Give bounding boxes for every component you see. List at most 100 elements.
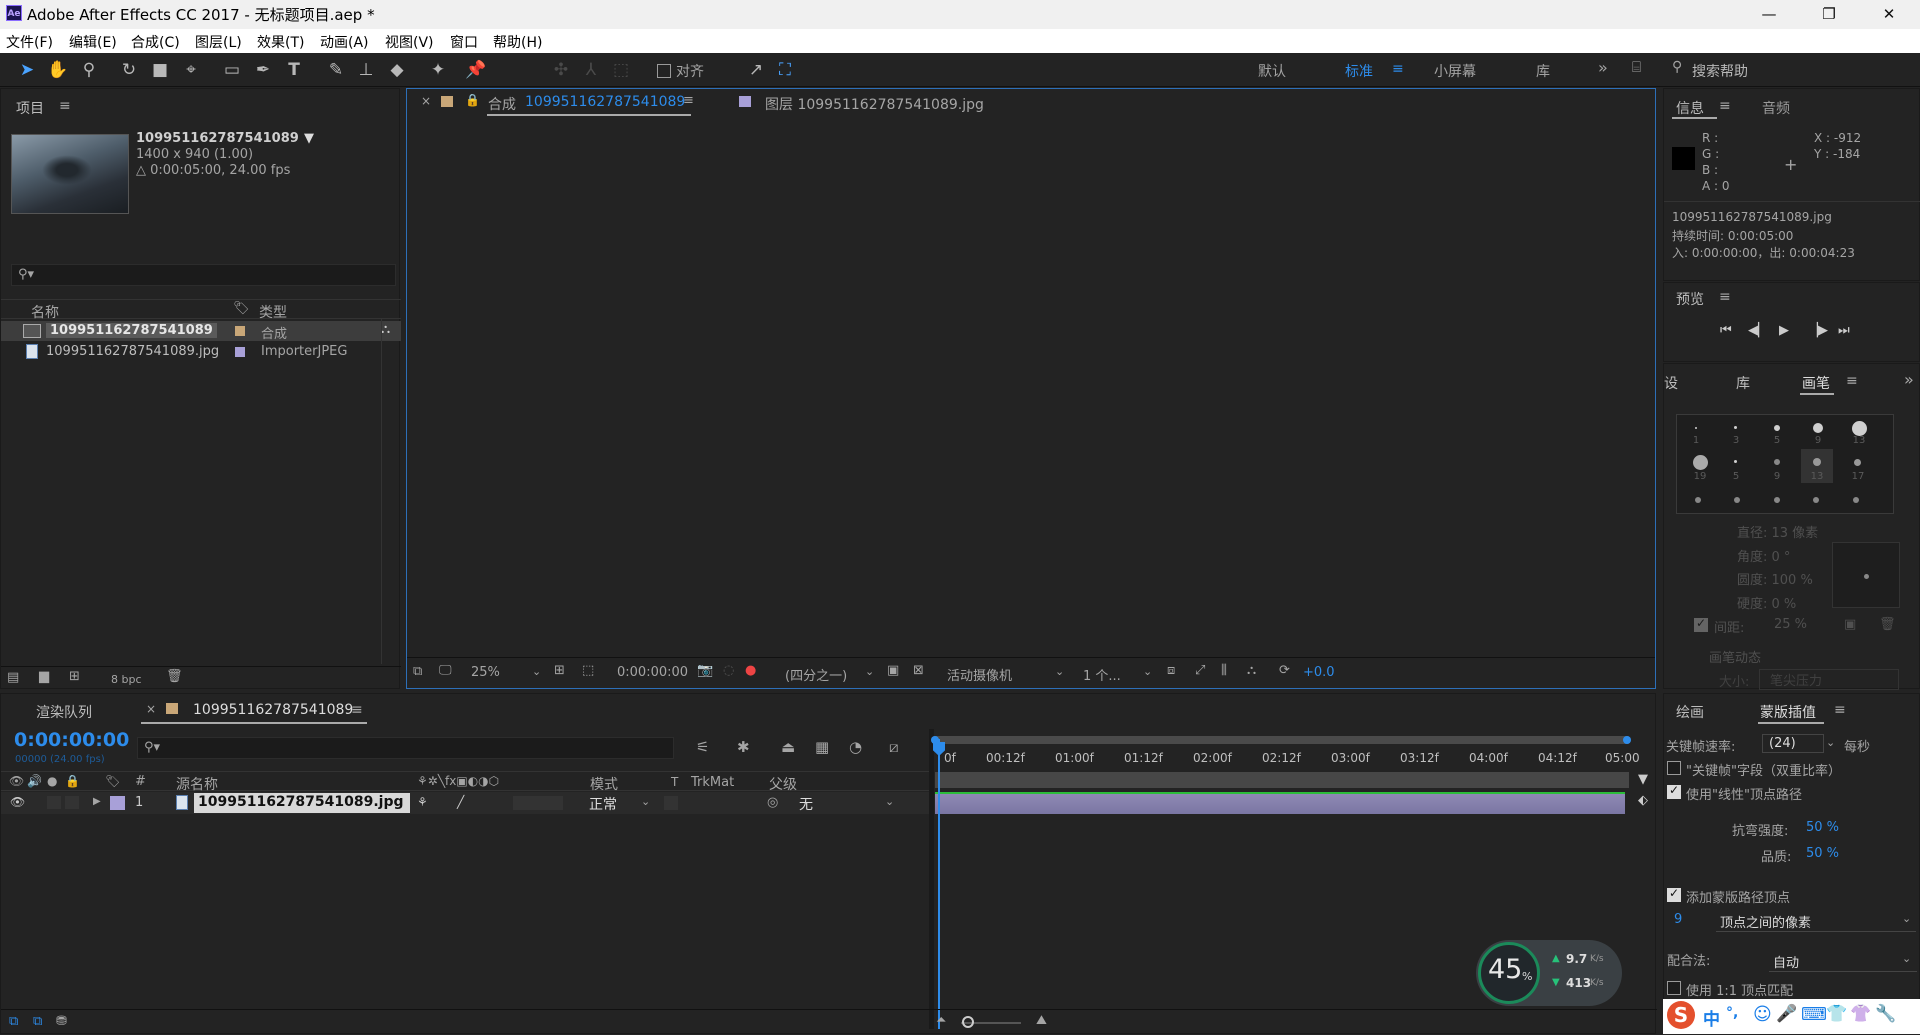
layer-label-swatch[interactable] — [110, 796, 125, 810]
new-composition-icon[interactable]: ⊞ — [69, 669, 80, 684]
pen-tool-icon[interactable]: ✒ — [252, 59, 274, 81]
one-to-one-checkbox[interactable] — [1667, 981, 1681, 995]
parent-select[interactable]: 无 — [799, 794, 813, 814]
resolution-select[interactable]: (四分之一) — [785, 665, 847, 684]
chevron-down-icon[interactable]: ⌄ — [1902, 912, 1911, 925]
composition-mini-flowchart-icon[interactable]: ⚟ — [696, 738, 709, 756]
project-tab[interactable]: 项目 — [16, 98, 44, 118]
zoom-tool-icon[interactable]: ⚲ — [78, 59, 100, 81]
new-brush-icon[interactable]: ▣ — [1844, 617, 1856, 632]
playhead[interactable] — [938, 739, 940, 1029]
toggle-stretch-icon[interactable]: ⛃ — [56, 1014, 67, 1029]
expand-arrow-icon[interactable]: ▶ — [93, 796, 101, 807]
new-folder-icon[interactable]: ▆ — [39, 669, 49, 684]
preview-menu-icon[interactable]: ≡ — [1719, 289, 1731, 305]
timeline-current-time[interactable]: 0:00:00:00 — [14, 729, 129, 751]
field-keys-checkbox[interactable] — [1667, 761, 1681, 775]
col-trkmat[interactable]: TrkMat — [691, 775, 734, 790]
trkmat-toggle[interactable] — [664, 796, 678, 810]
workspace-default[interactable]: 默认 — [1258, 61, 1286, 81]
toggle-switches-icon[interactable]: ⧉ — [9, 1014, 18, 1029]
brush-tool-icon[interactable]: ✎ — [325, 59, 347, 81]
tab-presets[interactable]: 设 — [1664, 373, 1678, 393]
time-ruler[interactable]: 0f 00:12f 01:00f 01:12f 02:00f 02:12f 03… — [931, 746, 1640, 770]
clone-stamp-tool-icon[interactable]: ⊥ — [355, 59, 377, 81]
vertex-mode-select[interactable]: 顶点之间的像素 — [1716, 912, 1916, 932]
menu-view[interactable]: 视图(V) — [385, 32, 434, 52]
zoom-out-icon[interactable]: ⏶ — [936, 1013, 946, 1028]
current-time[interactable]: 0:00:00:00 — [617, 665, 688, 680]
next-frame-icon[interactable]: ▕▶ — [1808, 323, 1828, 338]
ime-keyboard-icon[interactable]: ⌨ — [1801, 1004, 1827, 1025]
puppet-pin-tool-icon[interactable]: 📌 — [465, 59, 487, 81]
menu-help[interactable]: 帮助(H) — [493, 32, 542, 52]
tab-brushes[interactable]: 画笔 — [1802, 373, 1830, 393]
more-panels-icon[interactable]: » — [1904, 370, 1914, 389]
eye-icon[interactable]: 👁 — [10, 795, 25, 809]
col-mode[interactable]: 模式 — [590, 774, 618, 794]
layer-duration-bar[interactable] — [935, 792, 1625, 814]
snap-grid-icon[interactable]: ⛶ — [774, 59, 796, 81]
minimize-button[interactable]: — — [1746, 0, 1792, 29]
monitor-icon[interactable]: 🖵 — [439, 663, 452, 678]
layer-name[interactable]: 109951162787541089.jpg — [194, 793, 410, 813]
work-area-bar[interactable] — [931, 736, 1631, 744]
lock-toggle[interactable] — [65, 796, 79, 809]
timeline-search-input[interactable]: ⚲▾ — [137, 737, 674, 759]
show-snapshot-icon[interactable]: ◌ — [723, 663, 734, 678]
region-of-interest-icon[interactable]: ▣ — [887, 663, 899, 678]
mask-menu-icon[interactable]: ≡ — [1834, 702, 1846, 718]
delete-icon[interactable]: 🗑 — [166, 669, 183, 684]
local-axis-icon[interactable]: ✣ — [550, 59, 572, 81]
reset-exposure-icon[interactable]: ⟳ — [1279, 663, 1290, 678]
restore-button[interactable]: ❐ — [1806, 0, 1852, 29]
close-tab-icon[interactable]: × — [421, 94, 431, 108]
ime-clothes-icon[interactable]: 👚 — [1850, 1004, 1871, 1024]
col-parent[interactable]: 父级 — [769, 774, 797, 794]
ime-punctuation-icon[interactable]: °, — [1726, 1005, 1738, 1021]
motion-blur-icon[interactable]: ◔ — [849, 738, 862, 756]
chevron-down-icon[interactable]: ⌄ — [1143, 665, 1152, 678]
views-select[interactable]: 1 个... — [1083, 665, 1121, 684]
match-method-select[interactable]: 自动 — [1769, 952, 1917, 972]
chevron-down-icon[interactable]: ⌄ — [1902, 952, 1911, 965]
video-switch-icon[interactable]: 👁 — [9, 774, 24, 788]
first-frame-icon[interactable]: ⏮ — [1720, 323, 1732, 338]
bend-resistance-value[interactable]: 50 % — [1806, 820, 1839, 835]
pan-behind-tool-icon[interactable]: ⌖ — [180, 59, 202, 81]
always-preview-icon[interactable]: ⧉ — [413, 664, 422, 679]
workspace-small-screen[interactable]: 小屏幕 — [1434, 61, 1476, 81]
menu-composition[interactable]: 合成(C) — [131, 32, 180, 52]
col-source-name[interactable]: 源名称 — [176, 774, 218, 794]
project-search-input[interactable]: ⚲▾ — [11, 264, 396, 286]
vertex-count[interactable]: 9 — [1674, 912, 1682, 927]
spacing-checkbox[interactable] — [1694, 616, 1708, 632]
linear-path-checkbox[interactable] — [1667, 783, 1681, 799]
bit-depth[interactable]: 8 bpc — [111, 673, 142, 686]
workspace-standard[interactable]: 标准 — [1345, 61, 1373, 81]
timeline-comp-tab[interactable]: 109951162787541089 — [193, 702, 353, 718]
mask-visibility-icon[interactable]: ⬚ — [582, 663, 594, 678]
label-color-swatch[interactable] — [235, 347, 245, 357]
safe-margins-icon[interactable]: ⊞ — [554, 663, 565, 678]
timeline-menu-icon[interactable]: ≡ — [351, 702, 363, 718]
switches-boxes[interactable] — [513, 796, 563, 810]
label-color-swatch[interactable] — [235, 326, 245, 336]
project-item-row[interactable]: 109951162787541089.jpg ImporterJPEG — [1, 342, 401, 362]
add-vertices-checkbox[interactable] — [1667, 886, 1681, 902]
camera-tool-icon[interactable]: ■ — [149, 59, 171, 81]
close-tab-icon[interactable]: × — [146, 702, 156, 716]
zoom-select[interactable]: 25% — [471, 665, 500, 680]
quality-switch-icon[interactable]: ╱ — [457, 795, 464, 809]
comp-dropdown-icon[interactable]: ▼ — [304, 131, 314, 146]
workspace-menu-icon[interactable]: ≡ — [1392, 61, 1404, 77]
lock-icon[interactable]: 🔒 — [465, 93, 480, 107]
solo-toggle[interactable] — [47, 796, 61, 809]
pickwhip-icon[interactable]: ◎ — [767, 795, 778, 810]
info-tab[interactable]: 信息 — [1676, 98, 1704, 118]
preview-tab[interactable]: 预览 — [1676, 289, 1704, 309]
chevron-down-icon[interactable]: ⌄ — [1055, 665, 1064, 678]
hide-shy-layers-icon[interactable]: ⏏ — [781, 738, 795, 756]
solo-switch-icon[interactable]: ● — [47, 774, 57, 788]
tab-mask-interpolation[interactable]: 蒙版插值 — [1760, 702, 1816, 722]
